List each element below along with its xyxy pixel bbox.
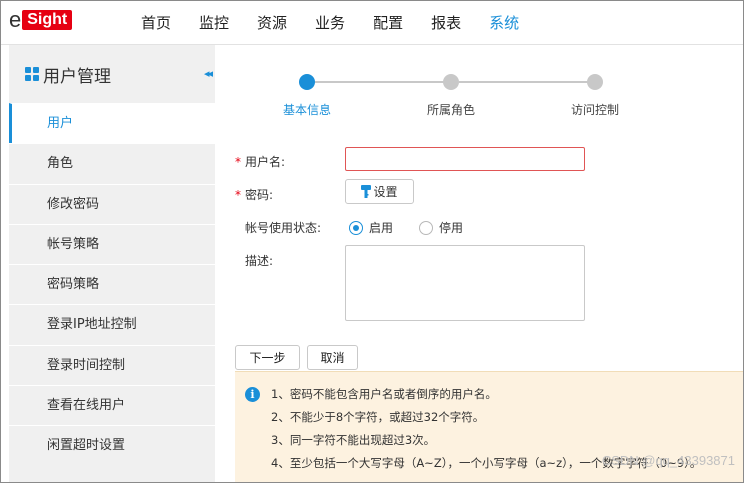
status-radio-group: 启用 停用 bbox=[349, 219, 463, 236]
next-step-button[interactable]: 下一步 bbox=[235, 345, 300, 370]
step-dot-access-control[interactable] bbox=[587, 74, 603, 90]
sidebar-item-login-time-control[interactable]: 登录时间控制 bbox=[9, 344, 215, 386]
step-dot-basic-info[interactable] bbox=[299, 74, 315, 90]
logo-prefix: e bbox=[9, 7, 22, 32]
top-navigation-bar: e Sight 首页 监控 资源 业务 配置 报表 系统 bbox=[1, 1, 743, 45]
cancel-button[interactable]: 取消 bbox=[307, 345, 358, 370]
sidebar-item-idle-timeout[interactable]: 闲置超时设置 bbox=[9, 425, 215, 466]
step-label-access-control[interactable]: 访问控制 bbox=[571, 101, 619, 118]
required-mark: * bbox=[235, 188, 241, 202]
sidebar-item-login-ip-control[interactable]: 登录IP地址控制 bbox=[9, 304, 215, 345]
password-label: * 密码: bbox=[235, 186, 273, 203]
main-nav: 首页 监控 资源 业务 配置 报表 系统 bbox=[141, 1, 547, 45]
required-mark: * bbox=[235, 155, 241, 169]
nav-item-config[interactable]: 配置 bbox=[373, 1, 403, 45]
sidebar-item-change-password[interactable]: 修改密码 bbox=[9, 183, 215, 224]
step-dot-roles[interactable] bbox=[443, 74, 459, 90]
radio-disable[interactable] bbox=[419, 220, 434, 235]
notice-line: 1、密码不能包含用户名或者倒序的用户名。 bbox=[271, 387, 497, 401]
step-label-basic-info[interactable]: 基本信息 bbox=[283, 101, 331, 118]
nav-item-business[interactable]: 业务 bbox=[315, 1, 345, 45]
sidebar-menu: 用户 角色 修改密码 帐号策略 密码策略 登录IP地址控制 登录时间控制 查看在… bbox=[9, 103, 215, 466]
sidebar-header: 用户管理 ◂◂ bbox=[9, 45, 215, 103]
notice-line: 2、不能少于8个字符，或超过32个字符。 bbox=[271, 410, 485, 424]
key-icon bbox=[361, 184, 372, 199]
app-window: e Sight 首页 监控 资源 业务 配置 报表 系统 用户管理 ◂◂ 用户 … bbox=[0, 0, 744, 483]
nav-item-reports[interactable]: 报表 bbox=[431, 1, 461, 45]
esight-logo[interactable]: e Sight bbox=[9, 7, 73, 32]
sidebar-title: 用户管理 bbox=[43, 66, 111, 87]
username-label: * 用户名: bbox=[235, 153, 285, 170]
nav-item-resources[interactable]: 资源 bbox=[257, 1, 287, 45]
notice-line: 3、同一字符不能出现超过3次。 bbox=[271, 433, 436, 447]
nav-item-monitor[interactable]: 监控 bbox=[199, 1, 229, 45]
step-connector bbox=[459, 81, 595, 83]
sidebar-item-online-users[interactable]: 查看在线用户 bbox=[9, 385, 215, 426]
status-label: 帐号使用状态: bbox=[245, 221, 322, 235]
main-panel: 基本信息 所属角色 访问控制 * 用户名: * 密码: 设置 帐号使用状态: 启用 … bbox=[215, 45, 743, 482]
grid-icon bbox=[25, 67, 39, 81]
wizard-steps: 基本信息 所属角色 访问控制 bbox=[215, 45, 743, 125]
sidebar-item-roles[interactable]: 角色 bbox=[9, 143, 215, 184]
sidebar-item-password-policy[interactable]: 密码策略 bbox=[9, 264, 215, 305]
description-label: 描述: bbox=[245, 254, 274, 268]
set-button-label: 设置 bbox=[373, 185, 398, 199]
username-input[interactable] bbox=[345, 147, 585, 171]
description-textarea[interactable] bbox=[345, 245, 585, 321]
watermark: CSDN @qq_43393871 bbox=[601, 453, 735, 468]
password-label-text: 密码: bbox=[245, 188, 274, 202]
info-icon: i bbox=[245, 387, 260, 402]
step-label-roles[interactable]: 所属角色 bbox=[427, 101, 475, 118]
collapse-icon[interactable]: ◂◂ bbox=[204, 67, 213, 80]
nav-item-home[interactable]: 首页 bbox=[141, 1, 171, 45]
username-label-text: 用户名: bbox=[245, 155, 286, 169]
radio-enable[interactable] bbox=[349, 220, 363, 235]
step-connector bbox=[315, 81, 451, 83]
logo-box: Sight bbox=[22, 10, 73, 30]
nav-item-system[interactable]: 系统 bbox=[489, 1, 519, 45]
sidebar-item-account-policy[interactable]: 帐号策略 bbox=[9, 223, 215, 265]
sidebar-item-users[interactable]: 用户 bbox=[9, 103, 215, 144]
radio-enable-label[interactable]: 启用 bbox=[369, 219, 393, 236]
radio-disable-label[interactable]: 停用 bbox=[439, 219, 463, 236]
sidebar: 用户管理 ◂◂ 用户 角色 修改密码 帐号策略 密码策略 登录IP地址控制 登录… bbox=[9, 45, 215, 482]
set-password-button[interactable]: 设置 bbox=[345, 179, 414, 204]
